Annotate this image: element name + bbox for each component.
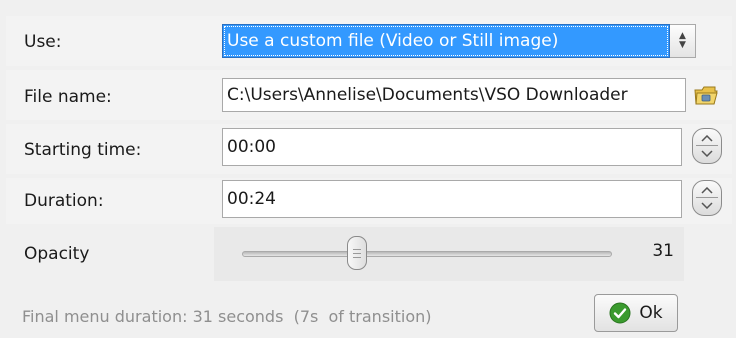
opacity-slider-thumb[interactable] [346, 236, 367, 270]
duration-spinner[interactable] [692, 180, 722, 216]
folder-icon [694, 86, 718, 105]
up-down-arrows-icon[interactable]: ▲ ▼ [670, 24, 696, 58]
use-select-value: Use a custom file (Video or Still image) [222, 24, 670, 58]
opacity-value: 31 [652, 241, 674, 261]
duration-label: Duration: [24, 191, 104, 211]
file-name-label: File name: [24, 87, 112, 107]
ok-button[interactable]: Ok [594, 294, 678, 332]
starting-time-input[interactable]: 00:00 [222, 128, 682, 166]
use-label: Use: [24, 32, 62, 52]
spin-down-icon[interactable] [695, 199, 719, 212]
opacity-label: Opacity [24, 244, 90, 264]
starting-time-label: Starting time: [24, 140, 142, 160]
browse-folder-button[interactable] [690, 80, 722, 110]
opacity-slider[interactable]: 31 [214, 227, 684, 281]
ok-button-label: Ok [639, 303, 663, 323]
opacity-slider-track[interactable] [242, 251, 612, 257]
spin-up-icon[interactable] [695, 132, 719, 145]
spin-down-icon[interactable] [695, 147, 719, 160]
check-icon [609, 302, 631, 324]
duration-input[interactable]: 00:24 [222, 180, 682, 218]
starting-time-spinner[interactable] [692, 128, 722, 164]
file-name-input[interactable]: C:\Users\Annelise\Documents\VSO Download… [222, 78, 686, 112]
use-select[interactable]: Use a custom file (Video or Still image)… [222, 24, 696, 58]
final-menu-duration-text: Final menu duration: 31 seconds (7s of t… [22, 307, 432, 326]
spin-up-icon[interactable] [695, 184, 719, 197]
